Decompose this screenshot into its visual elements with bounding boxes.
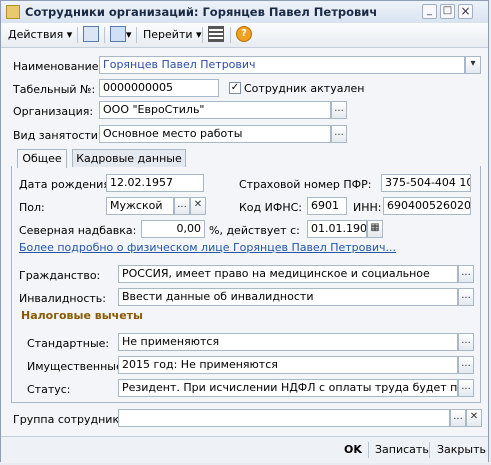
property-field[interactable]: 2015 год: Не применяются (118, 356, 458, 374)
goto-label: Перейти (143, 28, 193, 41)
org-search-slot (347, 101, 348, 119)
sex-clear-button[interactable]: ✕ (190, 197, 206, 215)
employment-select-button[interactable]: ... (331, 125, 347, 143)
inn-label: ИНН: (353, 201, 382, 214)
ifns-label: Код ИФНС: (239, 201, 302, 214)
active-checkbox[interactable]: ✓ (229, 82, 241, 94)
property-label: Имущественные: (27, 360, 127, 373)
tabnum-label: Табельный №: (13, 83, 96, 96)
toolbar-separator (104, 27, 105, 43)
close-button[interactable]: Закрыть (437, 443, 486, 456)
dropdown-arrow-icon: ▾ (196, 28, 202, 41)
employment-field[interactable]: Основное место работы (99, 125, 331, 143)
structure-dropdown-arrow-icon[interactable]: ▾ (126, 26, 132, 43)
active-label: Сотрудник актуален (244, 82, 365, 95)
sex-label: Пол: (19, 201, 45, 214)
tax-deductions-heading: Налоговые вычеты (21, 309, 143, 322)
org-field[interactable]: ООО "ЕвроСтиль" (99, 101, 331, 119)
name-label: Наименование: (13, 60, 103, 73)
disability-select-button[interactable]: ... (458, 288, 474, 306)
status-select-button[interactable]: ... (458, 379, 474, 397)
footer-bar: OK Записать Закрыть (1, 436, 488, 463)
clear-icon: ✕ (193, 199, 203, 210)
clear-icon: ✕ (469, 411, 479, 422)
save-button[interactable]: Записать (375, 443, 429, 456)
status-field[interactable]: Резидент. При исчислении НДФЛ с оплаты т… (118, 379, 458, 397)
chevron-down-icon: ▾ (470, 58, 476, 69)
actions-menu[interactable]: Действия ▾ (8, 26, 72, 43)
ok-button[interactable]: OK (344, 443, 362, 456)
standard-label: Стандартные: (27, 337, 110, 350)
form-window: Сотрудники организаций: Горянцев Павел П… (0, 0, 489, 463)
minimize-button[interactable]: _ (422, 4, 437, 19)
disability-label: Инвалидность: (19, 292, 106, 305)
toolbar-separator (202, 27, 203, 43)
actions-label: Действия (8, 28, 64, 41)
tab-hr-data[interactable]: Кадровые данные (72, 149, 186, 167)
toolbar-separator (136, 27, 137, 43)
pfr-label: Страховой номер ПФР: (239, 178, 372, 191)
help-icon[interactable]: ? (236, 26, 252, 42)
north-field[interactable]: 0,00 (141, 220, 205, 238)
calendar-button[interactable]: ▦ (367, 220, 383, 238)
person-details-link[interactable]: Более подробно о физическом лице Горянце… (19, 241, 396, 254)
status-label: Статус: (27, 383, 71, 396)
org-label: Организация: (13, 105, 94, 118)
standard-select-button[interactable]: ... (458, 333, 474, 351)
north-label: Северная надбавка: (19, 224, 137, 237)
north-unit-label: %, действует с: (209, 224, 300, 237)
inn-field[interactable]: 690400526020 (383, 197, 471, 215)
citizenship-label: Гражданство: (19, 269, 101, 282)
toolbar-separator (230, 27, 231, 43)
close-window-button[interactable]: × (458, 4, 473, 19)
group-clear-button[interactable]: ✕ (466, 409, 482, 427)
tabnum-field[interactable]: 0000000005 (99, 79, 219, 97)
citizenship-select-button[interactable]: ... (458, 265, 474, 283)
save-icon[interactable] (83, 26, 99, 42)
org-select-button[interactable]: ... (331, 101, 347, 119)
structure-icon[interactable] (110, 26, 126, 42)
birth-label: Дата рождения: (19, 178, 114, 191)
list-icon[interactable] (208, 26, 224, 42)
group-field[interactable] (118, 409, 450, 427)
calendar-icon: ▦ (370, 222, 380, 233)
citizenship-field[interactable]: РОССИЯ, имеет право на медицинское и соц… (118, 265, 458, 283)
toolbar-separator (77, 27, 78, 43)
pfr-field[interactable]: 375-504-404 10 (381, 174, 471, 192)
property-select-button[interactable]: ... (458, 356, 474, 374)
dropdown-arrow-icon: ▾ (66, 28, 73, 41)
footer-separator (429, 442, 430, 458)
employment-label: Вид занятости: (13, 129, 102, 142)
app-icon (6, 5, 20, 19)
maximize-button[interactable]: □ (440, 4, 455, 19)
group-label: Группа сотрудника: (13, 413, 130, 426)
disability-field[interactable]: Ввести данные об инвалидности (118, 288, 458, 306)
north-date-field[interactable]: 01.01.1900 (307, 220, 367, 238)
group-select-button[interactable]: ... (450, 409, 466, 427)
goto-menu[interactable]: Перейти ▾ (143, 26, 202, 43)
footer-separator (368, 442, 369, 458)
window-title: Сотрудники организаций: Горянцев Павел П… (25, 5, 378, 19)
name-field[interactable]: Горянцев Павел Петрович (99, 56, 465, 74)
sex-field[interactable]: Мужской (106, 197, 174, 215)
sex-select-button[interactable]: ... (174, 197, 190, 215)
name-dropdown-button[interactable]: ▾ (465, 56, 481, 74)
title-bar[interactable]: Сотрудники организаций: Горянцев Павел П… (1, 1, 488, 24)
birth-field[interactable]: 12.02.1957 (106, 174, 204, 192)
toolbar: Действия ▾ ▾ Перейти ▾ ? (1, 23, 488, 48)
standard-field[interactable]: Не применяются (118, 333, 458, 351)
ifns-field[interactable]: 6901 (307, 197, 347, 215)
